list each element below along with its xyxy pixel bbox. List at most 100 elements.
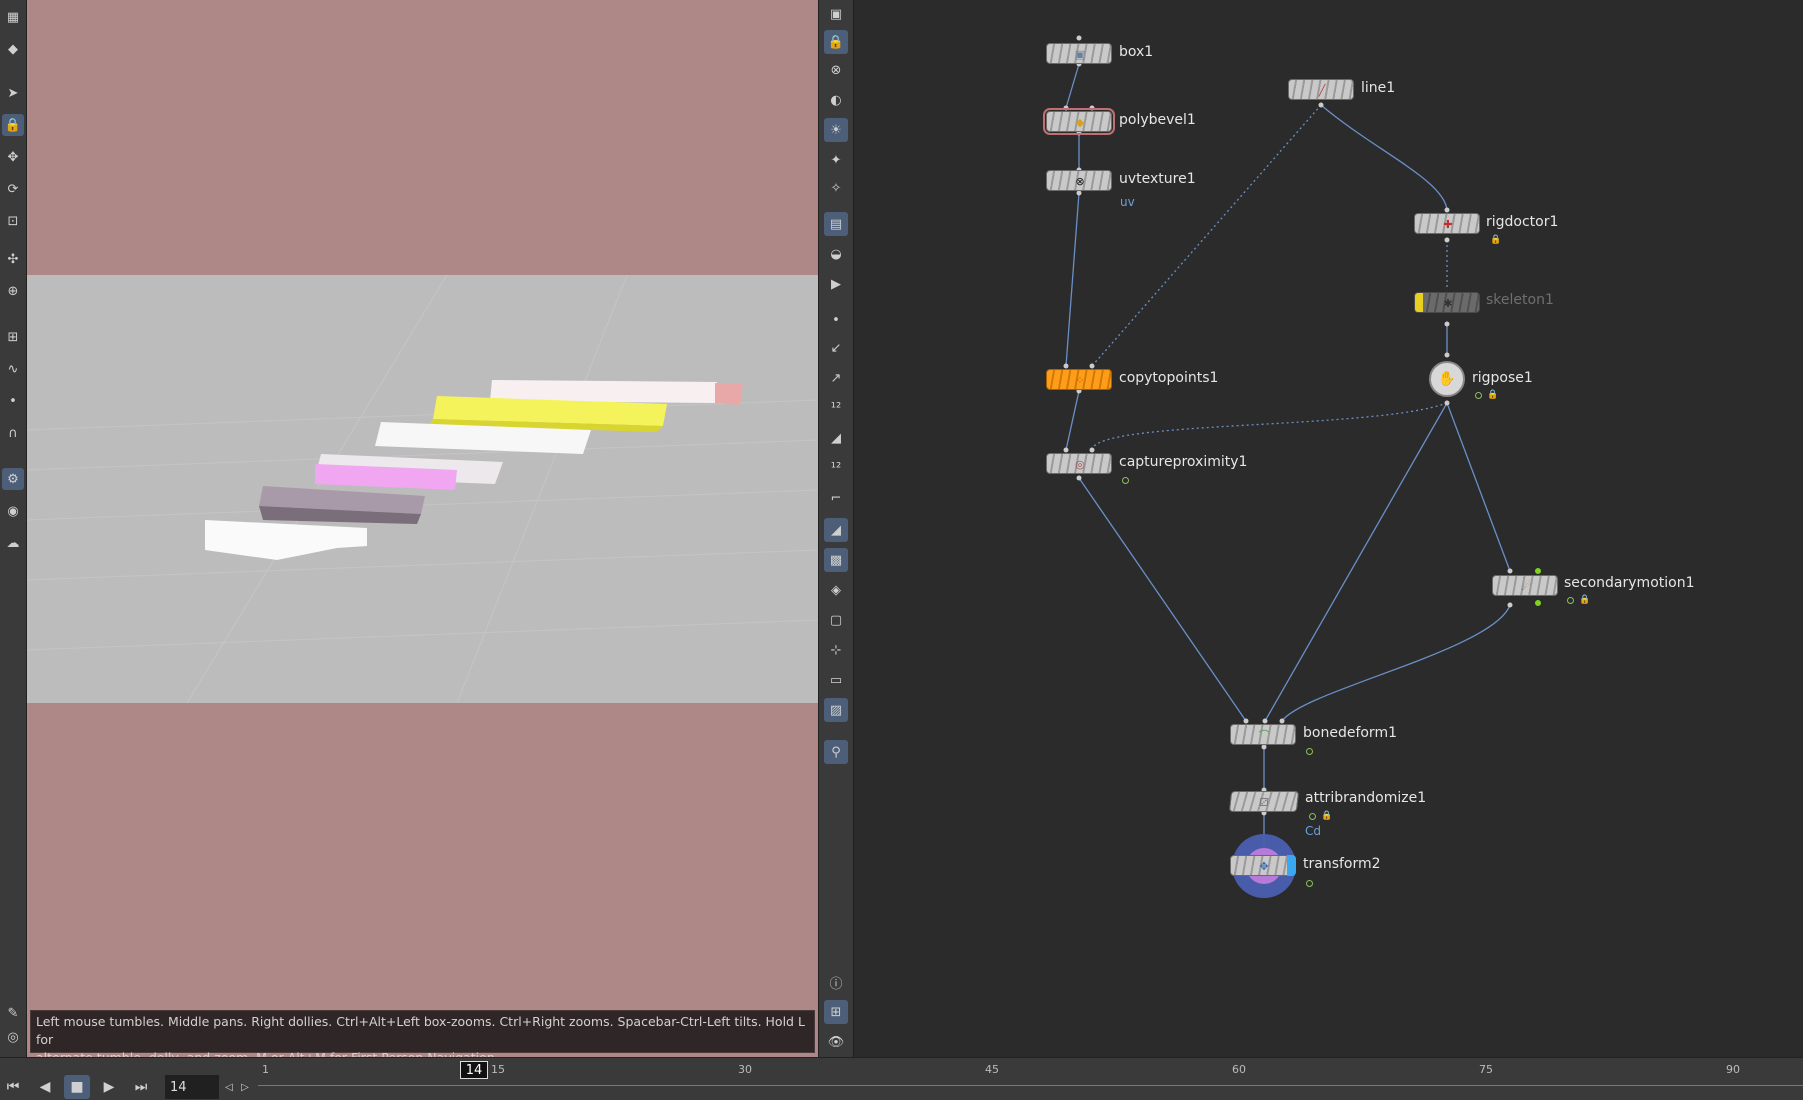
play-reverse-icon[interactable]: ◀ xyxy=(32,1075,58,1099)
node-secondarymotion1-label: secondarymotion1 xyxy=(1564,575,1695,591)
frame-cursor[interactable]: 14 xyxy=(460,1061,488,1079)
node-captureproximity1[interactable]: ◎ xyxy=(1046,453,1112,474)
guide-display-icon[interactable]: ◈ xyxy=(824,578,848,602)
snap-point-icon[interactable]: • xyxy=(2,390,24,412)
step-back-icon[interactable]: ◁ xyxy=(222,1075,236,1099)
display-flag-icon[interactable] xyxy=(1309,813,1316,820)
vector-display-icon[interactable]: ↗ xyxy=(824,366,848,390)
display-flag-icon[interactable] xyxy=(1475,392,1482,399)
display-flag-icon[interactable] xyxy=(1567,597,1574,604)
tick-label: 60 xyxy=(1232,1063,1246,1076)
viewport-help-text: Left mouse tumbles. Middle pans. Right d… xyxy=(30,1010,815,1065)
close-icon[interactable]: ⊗ xyxy=(824,58,848,82)
magnet-icon[interactable]: ∩ xyxy=(2,422,24,444)
transform-tool-icon[interactable]: ⊕ xyxy=(2,280,24,302)
node-bonedeform1-label: bonedeform1 xyxy=(1303,725,1397,741)
eye-icon[interactable]: 👁 xyxy=(824,1030,848,1054)
node-captureproximity1-label: captureproximity1 xyxy=(1119,454,1248,470)
info-icon[interactable]: ⓘ xyxy=(824,970,848,994)
pin-icon[interactable]: ⚲ xyxy=(824,740,848,764)
snap-grid-icon[interactable]: ⊞ xyxy=(2,326,24,348)
snap-curve-icon[interactable]: ∿ xyxy=(2,358,24,380)
snapping-options-icon[interactable]: ⚙ xyxy=(2,468,24,490)
rig-pose-icon: ✋ xyxy=(1438,371,1456,387)
headlight-icon[interactable]: ✦ xyxy=(824,148,848,172)
node-polybevel1[interactable]: ◆ xyxy=(1043,108,1115,135)
display-flag-icon[interactable] xyxy=(1306,880,1313,887)
node-line1[interactable]: ╱ xyxy=(1288,79,1354,100)
view-tool-icon[interactable]: ▦ xyxy=(2,6,24,28)
bounding-box-icon[interactable]: ⌐ xyxy=(824,486,848,510)
lock-camera-icon[interactable]: 🔒 xyxy=(824,30,848,54)
pose-tool-icon[interactable]: ✣ xyxy=(2,248,24,270)
lock-icon: 🔒 xyxy=(1490,235,1502,245)
visibility-icon[interactable]: ◒ xyxy=(824,242,848,266)
display-flag-icon[interactable] xyxy=(1306,748,1313,755)
node-rigdoctor1[interactable]: ✚ xyxy=(1414,213,1480,234)
node-attribrandomize1[interactable]: ⚂ xyxy=(1228,791,1300,812)
lock-icon: 🔒 xyxy=(1579,595,1591,605)
bypass-flag[interactable] xyxy=(1415,293,1423,312)
node-rigpose1[interactable]: ✋ xyxy=(1429,361,1465,397)
primitive-numbers-icon[interactable]: ¹² xyxy=(824,456,848,480)
dice-icon: ⚂ xyxy=(1258,795,1270,809)
point-numbers-icon[interactable]: ¹² xyxy=(824,396,848,420)
safe-area-icon[interactable]: ▭ xyxy=(824,668,848,692)
background-image-icon[interactable]: ▨ xyxy=(824,698,848,722)
tick-label: 15 xyxy=(491,1063,505,1076)
node-rigdoctor1-label: rigdoctor1 xyxy=(1486,214,1559,230)
light-icon[interactable]: ☀ xyxy=(824,118,848,142)
layout-icon[interactable]: ⊞ xyxy=(824,1000,848,1024)
node-attribrandomize1-label: attribrandomize1 xyxy=(1305,790,1427,806)
help-line-1: Left mouse tumbles. Middle pans. Right d… xyxy=(36,1014,805,1047)
point-display-icon[interactable]: • xyxy=(824,308,848,332)
node-bonedeform1[interactable]: ⌒ xyxy=(1230,724,1296,745)
render-icon[interactable]: ☁ xyxy=(2,532,24,554)
camera-view-icon[interactable]: ▤ xyxy=(824,212,848,236)
primitive-normal-icon[interactable]: ◢ xyxy=(824,426,848,450)
node-box1[interactable]: ▣ xyxy=(1046,43,1112,64)
display-flag-icon[interactable] xyxy=(1122,477,1129,484)
select-tool-icon[interactable]: ➤ xyxy=(2,82,24,104)
move-tool-icon[interactable]: ✥ xyxy=(2,146,24,168)
scene-viewport[interactable] xyxy=(27,0,818,1057)
node-network[interactable]: ▣ box1 ◆ polybevel1 ⊗ uvtexture1 uv ╱ li… xyxy=(854,0,1803,1057)
jump-start-icon[interactable]: ⏮ xyxy=(0,1075,26,1099)
flipbook-icon[interactable]: ▶ xyxy=(824,272,848,296)
bone-deform-icon: ⌒ xyxy=(1258,729,1270,742)
timeline-ruler[interactable] xyxy=(258,1085,1803,1086)
node-secondarymotion1[interactable]: ☄ xyxy=(1492,575,1558,596)
camera-icon[interactable]: ◎ xyxy=(2,1026,24,1048)
step-forward-icon[interactable]: ▷ xyxy=(238,1075,252,1099)
node-copytopoints1[interactable]: ⁘ xyxy=(1046,369,1112,390)
node-transform2-label: transform2 xyxy=(1303,856,1381,872)
play-icon[interactable]: ▶ xyxy=(96,1075,122,1099)
rotate-tool-icon[interactable]: ⟳ xyxy=(2,178,24,200)
template-display-icon[interactable]: ◢ xyxy=(824,518,848,542)
normal-display-icon[interactable]: ↙ xyxy=(824,336,848,360)
current-frame-field[interactable] xyxy=(165,1075,219,1099)
camera-record-icon[interactable]: ◉ xyxy=(2,500,24,522)
uv-display-icon[interactable]: ▢ xyxy=(824,608,848,632)
lock-selection-icon[interactable]: 🔒 xyxy=(2,114,24,136)
checker-display-icon[interactable]: ▩ xyxy=(824,548,848,572)
pin-viewport-icon[interactable]: ▣ xyxy=(824,2,848,26)
display-flag[interactable] xyxy=(1287,855,1296,876)
tick-label: 30 xyxy=(738,1063,752,1076)
node-transform2[interactable]: ✥ xyxy=(1230,855,1296,876)
ambient-light-icon[interactable]: ✧ xyxy=(824,176,848,200)
jump-end-icon[interactable]: ⏭ xyxy=(128,1075,154,1099)
handle-tool-icon[interactable]: ◆ xyxy=(2,38,24,60)
node-uvtexture1[interactable]: ⊗ xyxy=(1046,170,1112,191)
stop-icon[interactable]: ■ xyxy=(64,1075,90,1099)
paint-tool-icon[interactable]: ✎ xyxy=(2,1002,24,1024)
node-skeleton1-label: skeleton1 xyxy=(1486,292,1554,308)
shading-icon[interactable]: ◐ xyxy=(824,88,848,112)
tick-label: 90 xyxy=(1726,1063,1740,1076)
scale-tool-icon[interactable]: ⊡ xyxy=(2,210,24,232)
node-attribrandomize1-attr: Cd xyxy=(1305,824,1321,838)
node-uvtexture1-label: uvtexture1 xyxy=(1119,171,1196,187)
axes-icon[interactable]: ⊹ xyxy=(824,638,848,662)
node-skeleton1[interactable]: ✱ xyxy=(1414,292,1480,313)
bevel-icon: ◆ xyxy=(1075,115,1085,129)
